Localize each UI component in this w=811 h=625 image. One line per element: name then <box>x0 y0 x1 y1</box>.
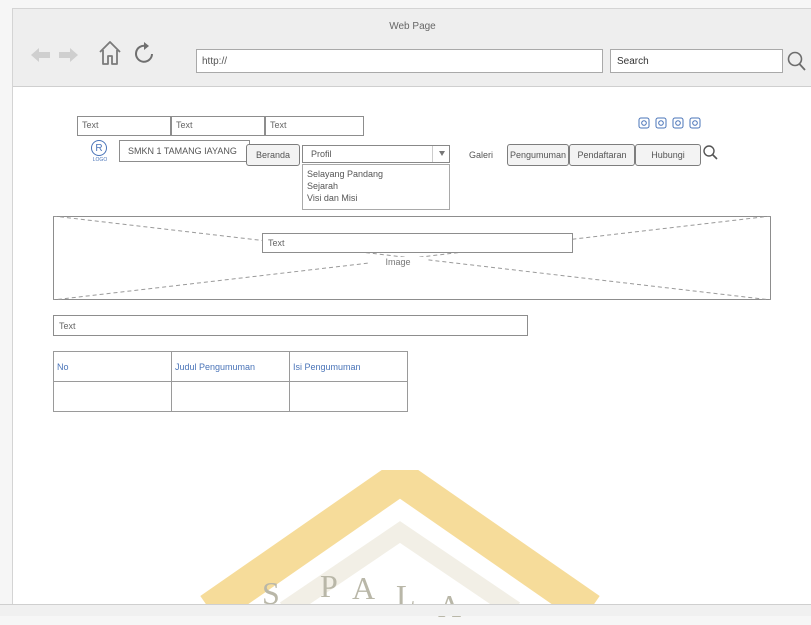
logo-mark: R <box>91 140 107 156</box>
top-text-field[interactable]: Text <box>265 116 364 136</box>
bottom-strip <box>0 604 811 616</box>
back-arrow-icon[interactable] <box>31 48 51 62</box>
nav-hubungi-button[interactable]: Hubungi <box>635 144 701 166</box>
column-header: No <box>53 351 172 382</box>
social-icon[interactable] <box>638 117 650 129</box>
url-input[interactable]: http:// <box>196 49 603 73</box>
watermark-letter: P <box>320 568 340 604</box>
magnifier-icon[interactable] <box>785 47 809 75</box>
menu-item[interactable]: Sejarah <box>307 180 449 192</box>
watermark-letter: A <box>352 570 378 606</box>
logo-caption: LOGO <box>92 157 108 163</box>
announcement-table: No Judul Pengumuman Isi Pengumuman <box>53 351 408 412</box>
social-icon[interactable] <box>655 117 667 129</box>
social-icon[interactable] <box>672 117 684 129</box>
school-name: SMKN 1 TAMANG IAYANG <box>119 140 250 162</box>
magnifier-icon[interactable] <box>701 142 721 164</box>
menu-item[interactable]: Visi dan Misi <box>307 192 449 204</box>
table-cell <box>53 381 172 412</box>
browser-toolbar: Web Page http:// Search <box>13 9 811 87</box>
search-input[interactable]: Search <box>610 49 783 73</box>
chevron-down-icon <box>439 151 445 156</box>
banner-text-field[interactable]: Text <box>262 233 573 253</box>
top-text-field[interactable]: Text <box>171 116 265 136</box>
table-header-row: No Judul Pengumuman Isi Pengumuman <box>53 351 408 382</box>
banner-image-label: Image <box>368 257 428 267</box>
nav-pendaftaran-button[interactable]: Pendaftaran <box>569 144 635 166</box>
table-cell <box>289 381 408 412</box>
menu-item[interactable]: Selayang Pandang <box>307 168 449 180</box>
window-title: Web Page <box>389 21 436 32</box>
column-header: Isi Pengumuman <box>289 351 408 382</box>
top-text-field[interactable]: Text <box>77 116 171 136</box>
table-row <box>53 381 408 412</box>
home-icon[interactable] <box>97 39 123 67</box>
logo: R LOGO <box>91 140 109 163</box>
social-icon[interactable] <box>689 117 701 129</box>
table-cell <box>171 381 290 412</box>
column-header: Judul Pengumuman <box>171 351 290 382</box>
content-text-field[interactable]: Text <box>53 315 528 336</box>
select-arrow-box <box>432 146 449 162</box>
profil-dropdown-menu: Selayang Pandang Sejarah Visi dan Misi <box>302 164 450 210</box>
profil-select-value: Profil <box>311 149 332 159</box>
profil-select[interactable]: Profil <box>302 145 450 163</box>
nav-beranda-button[interactable]: Beranda <box>246 144 300 166</box>
reload-icon[interactable] <box>133 39 157 67</box>
forward-arrow-icon[interactable] <box>58 48 78 62</box>
nav-galeri-button[interactable]: Galeri <box>456 144 506 166</box>
nav-pengumuman-button[interactable]: Pengumuman <box>507 144 569 166</box>
